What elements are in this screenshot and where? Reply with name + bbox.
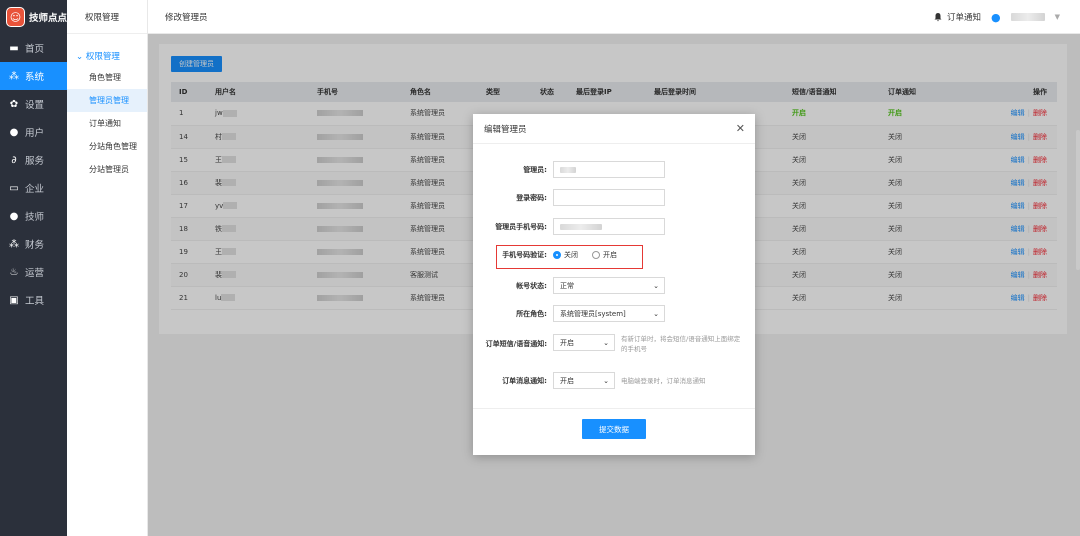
nav-item-1[interactable]: ⁂ 系统 (0, 62, 67, 90)
nav-item-label: 财务 (25, 240, 45, 251)
nav-item-label: 企业 (25, 184, 45, 195)
msg-row: 订单消息通知: 开启 ⌄ 电脑端登录时，订单消息通知 (473, 372, 755, 389)
role-select[interactable]: 系统管理员[system] ⌄ (553, 305, 665, 322)
subnav-item-3[interactable]: 分站角色管理 (67, 135, 147, 158)
nav-item-7[interactable]: ⁂ 财务 (0, 230, 67, 258)
status-label: 帐号状态: (516, 281, 547, 290)
admin-input[interactable] (553, 161, 665, 178)
brand-name: 技师点点 (28, 13, 67, 24)
verify-highlight-box (496, 245, 643, 269)
nav-item-2[interactable]: ✿ 设置 (0, 90, 67, 118)
role-label: 所在角色: (516, 309, 547, 318)
top-bar: 修改管理员 订单通知 ● ▼ (148, 0, 1080, 34)
subnav-group-permission[interactable]: ⌄ 权限管理 (67, 34, 147, 62)
password-label: 登录密码: (516, 193, 547, 202)
nav-item-label: 工具 (25, 296, 45, 307)
chevron-down-icon: ⌄ (653, 309, 659, 318)
nav-item-label: 首页 (25, 44, 45, 55)
status-row: 帐号状态: 正常 ⌄ (473, 277, 755, 294)
monitor-icon: ▬ (9, 42, 19, 54)
nav-item-label: 技师 (25, 212, 45, 223)
nav-item-label: 系统 (25, 72, 45, 83)
msg-label: 订单消息通知: (502, 376, 547, 385)
gear-icon: ✿ (9, 98, 19, 110)
nav-item-label: 服务 (25, 156, 45, 167)
sub-nav: 权限管理 ⌄ 权限管理 角色管理 管理员管理 订单通知 分站角色管理 分站管理员 (67, 0, 148, 536)
chevron-down-icon: ⌄ (603, 376, 609, 385)
nav-item-label: 用户 (25, 128, 45, 139)
phone-row: 管理员手机号码: (473, 218, 755, 235)
caret-down-icon[interactable]: ▼ (1055, 13, 1060, 21)
nav-item-3[interactable]: ● 用户 (0, 118, 67, 146)
subnav-group-label: 权限管理 (85, 52, 120, 62)
modal-header: 编辑管理员 ✕ (473, 114, 755, 144)
chevron-down-icon: ⌄ (603, 338, 609, 347)
subnav-item-4[interactable]: 分站管理员 (67, 158, 147, 181)
nav-item-6[interactable]: ● 技师 (0, 202, 67, 230)
modal-divider (473, 408, 755, 409)
status-value: 正常 (560, 281, 574, 290)
admin-row: 管理员: (473, 161, 755, 178)
nav-item-8[interactable]: ♨ 运营 (0, 258, 67, 286)
phone-input[interactable] (553, 218, 665, 235)
subnav-item-1[interactable]: 管理员管理 (67, 89, 147, 112)
briefcase-icon: ▣ (9, 294, 19, 306)
sitemap-icon: ⁂ (9, 238, 19, 250)
msg-select[interactable]: 开启 ⌄ (553, 372, 615, 389)
person-icon: ● (9, 210, 19, 222)
nav-item-label: 运营 (25, 268, 45, 279)
user-icon: ● (9, 126, 19, 138)
sms-hint: 有新订单时，将会短信/语音通知上面绑定的手机号 (621, 335, 741, 353)
brand[interactable]: ☺ 技师点点 (0, 0, 67, 34)
scrollbar[interactable] (1076, 130, 1080, 270)
nav-item-0[interactable]: ▬ 首页 (0, 34, 67, 62)
sms-row: 订单短信/语音通知: 开启 ⌄ 有新订单时，将会短信/语音通知上面绑定的手机号 (473, 334, 755, 354)
building-icon: ▭ (9, 182, 19, 194)
msg-value: 开启 (560, 376, 574, 385)
subnav-item-0[interactable]: 角色管理 (67, 66, 147, 89)
brand-logo-icon: ☺ (6, 7, 25, 27)
edit-admin-modal: 编辑管理员 ✕ 管理员: 登录密码: 管理员手机号码: 手机号码验证: 关闭 开… (473, 114, 755, 455)
msg-hint: 电脑端登录时，订单消息通知 (621, 376, 706, 385)
subnav-title: 权限管理 (67, 0, 147, 34)
status-select[interactable]: 正常 ⌄ (553, 277, 665, 294)
admin-value-blurred (560, 166, 576, 173)
nav-item-5[interactable]: ▭ 企业 (0, 174, 67, 202)
page-title: 修改管理员 (165, 12, 208, 23)
link-icon: ∂ (11, 154, 17, 166)
username-blurred[interactable] (1010, 13, 1045, 21)
role-row: 所在角色: 系统管理员[system] ⌄ (473, 305, 755, 322)
bell-icon (934, 13, 942, 22)
password-input[interactable] (553, 189, 665, 206)
submit-button[interactable]: 提交数据 (582, 419, 646, 439)
admin-label: 管理员: (523, 165, 547, 174)
sms-label: 订单短信/语音通知: (485, 340, 547, 348)
password-row: 登录密码: (473, 189, 755, 206)
main-nav: ☺ 技师点点 ▬ 首页 ⁂ 系统 ✿ 设置 ● 用户 ∂ 服务 ▭ 企业 ● 技师 ⁂ 财务 ♨ 运营 ▣ 工具 (0, 0, 67, 536)
role-value: 系统管理员[system] (560, 309, 626, 318)
modal-title: 编辑管理员 (484, 124, 527, 135)
chevron-down-icon: ⌄ (653, 281, 659, 290)
order-notify-link[interactable]: 订单通知 (933, 11, 981, 23)
sitemap-icon: ⁂ (9, 70, 19, 82)
nav-item-9[interactable]: ▣ 工具 (0, 286, 67, 314)
sms-value: 开启 (560, 338, 574, 347)
subnav-item-2[interactable]: 订单通知 (67, 112, 147, 135)
order-notify-label: 订单通知 (946, 13, 981, 23)
sms-select[interactable]: 开启 ⌄ (553, 334, 615, 351)
nav-item-4[interactable]: ∂ 服务 (0, 146, 67, 174)
close-icon[interactable]: ✕ (736, 122, 745, 135)
user-icon[interactable]: ● (991, 11, 1001, 24)
phone-value-blurred (560, 223, 602, 230)
phone-label: 管理员手机号码: (495, 222, 547, 231)
nav-item-label: 设置 (25, 100, 45, 111)
chart-icon: ♨ (9, 266, 19, 278)
